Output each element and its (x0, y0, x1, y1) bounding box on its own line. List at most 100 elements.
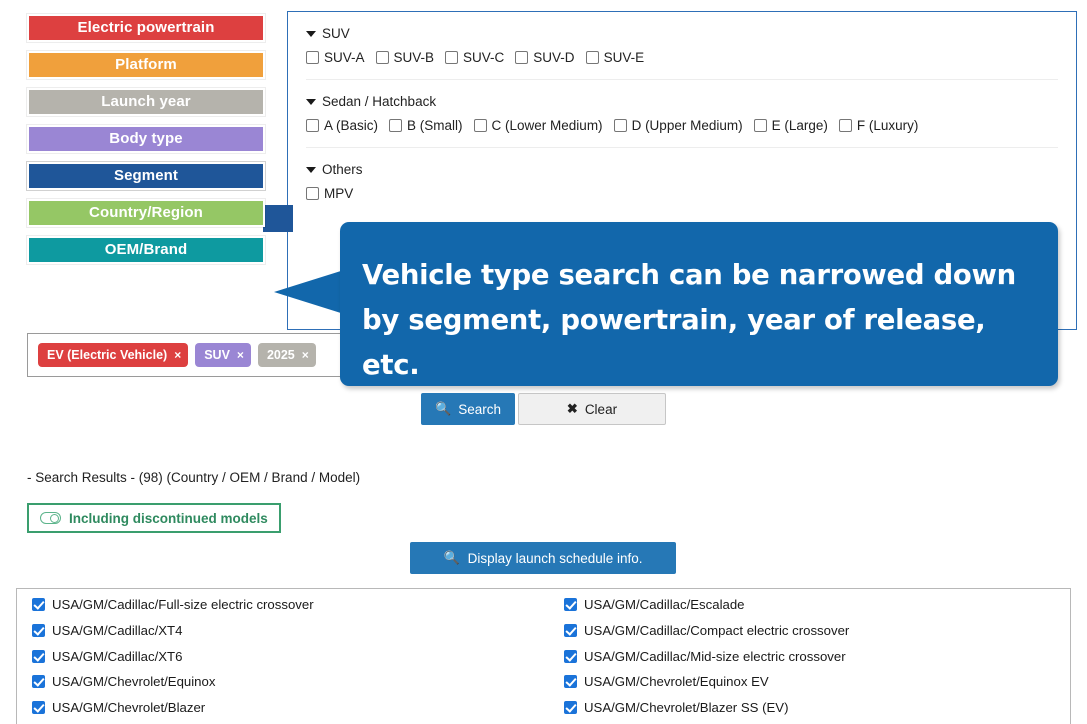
option-row: SUV-A SUV-B SUV-C SUV-D SUV-E (306, 50, 1058, 65)
search-icon: 🔍 (443, 550, 460, 565)
checkbox-checked-icon[interactable] (564, 675, 577, 689)
option-label: SUV-C (463, 50, 505, 65)
result-row-label: USA/GM/Cadillac/XT6 (52, 648, 183, 664)
checkbox-unchecked-icon[interactable] (613, 119, 627, 132)
results-right-column: USA/GM/Cadillac/Escalade USA/GM/Cadillac/… (549, 592, 1070, 724)
filter-chip-label: 2025 (266, 348, 295, 362)
result-row-label: USA/GM/Cadillac/Full-size electric cross… (52, 597, 314, 613)
option-checkbox-item[interactable]: SUV-A (306, 50, 365, 65)
result-row[interactable]: USA/GM/Chevrolet/Blazer SS (EV) (549, 695, 1070, 721)
filter-chip[interactable]: EV (Electric Vehicle) × (38, 343, 189, 367)
category-button-body-type[interactable]: Body type (27, 125, 265, 153)
option-checkbox-item[interactable]: SUV-D (515, 50, 575, 65)
option-group-header[interactable]: SUV (306, 26, 1058, 41)
result-row[interactable]: USA/GM/Chevrolet/Equinox (17, 669, 549, 695)
option-label: B (Small) (407, 118, 463, 133)
close-icon: ✖ (566, 401, 578, 416)
search-button[interactable]: 🔍 Search (421, 393, 515, 425)
category-button-country-region[interactable]: Country/Region (27, 199, 265, 227)
result-row[interactable]: USA/GM/Cadillac/Mid-size electric crosso… (549, 643, 1070, 669)
result-row[interactable]: USA/GM/Chevrolet/Blazer (17, 695, 549, 721)
option-label: C (Lower Medium) (491, 118, 603, 133)
result-row[interactable]: USA/GM/Cadillac/Escalade (549, 592, 1070, 618)
category-button-label: Country/Region (89, 204, 203, 221)
checkbox-checked-icon[interactable] (32, 675, 45, 689)
checkbox-checked-icon[interactable] (32, 598, 45, 612)
option-row: MPV (306, 186, 1058, 201)
display-launch-schedule-label: Display launch schedule info. (467, 550, 643, 566)
checkbox-unchecked-icon[interactable] (515, 51, 529, 64)
option-checkbox-item[interactable]: C (Lower Medium) (473, 118, 603, 133)
checkbox-checked-icon[interactable] (32, 624, 45, 638)
close-icon[interactable]: × (237, 348, 244, 362)
checkbox-unchecked-icon[interactable] (389, 119, 403, 132)
option-label: SUV-B (393, 50, 435, 65)
callout-line-1: Vehicle type search can be narrowed down (362, 259, 1016, 291)
chevron-down-icon (306, 30, 316, 37)
checkbox-unchecked-icon[interactable] (306, 119, 319, 132)
result-row-partial[interactable] (549, 720, 1070, 724)
option-group-suv: SUV SUV-A SUV-B SUV-C SUV-D SUV-E (288, 12, 1076, 65)
filter-chip-label: EV (Electric Vehicle) (47, 348, 168, 362)
including-discontinued-toggle[interactable]: Including discontinued models (27, 503, 281, 533)
display-launch-schedule-button[interactable]: 🔍 Display launch schedule info. (410, 542, 676, 574)
checkbox-checked-icon[interactable] (564, 598, 577, 612)
result-row[interactable]: USA/GM/Cadillac/XT4 (17, 618, 549, 644)
option-label: E (Large) (771, 118, 828, 133)
result-row-partial[interactable] (17, 720, 549, 724)
result-row-label: USA/GM/Cadillac/Compact electric crossov… (584, 623, 850, 639)
checkbox-checked-icon[interactable] (32, 649, 45, 663)
category-button-platform[interactable]: Platform (27, 51, 265, 79)
checkbox-unchecked-icon[interactable] (445, 51, 459, 64)
search-results-list: USA/GM/Cadillac/Full-size electric cross… (16, 588, 1071, 724)
option-label: D (Upper Medium) (631, 118, 743, 133)
close-icon[interactable]: × (174, 348, 181, 362)
result-row[interactable]: USA/GM/Cadillac/Compact electric crossov… (549, 618, 1070, 644)
category-button-oem-brand[interactable]: OEM/Brand (27, 236, 265, 264)
checkbox-unchecked-icon[interactable] (306, 187, 319, 200)
clear-button[interactable]: ✖ Clear (518, 393, 666, 425)
option-checkbox-item[interactable]: D (Upper Medium) (613, 118, 743, 133)
checkbox-unchecked-icon[interactable] (375, 51, 389, 64)
filter-chip[interactable]: 2025 × (257, 343, 316, 367)
option-group-header[interactable]: Sedan / Hatchback (306, 94, 1058, 109)
checkbox-checked-icon[interactable] (564, 649, 577, 663)
category-button-segment[interactable]: Segment (27, 162, 265, 190)
option-label: SUV-D (533, 50, 575, 65)
option-checkbox-item[interactable]: E (Large) (753, 118, 828, 133)
category-button-electric-powertrain[interactable]: Electric powertrain (27, 14, 265, 42)
result-row[interactable]: USA/GM/Cadillac/Full-size electric cross… (17, 592, 549, 618)
option-checkbox-item[interactable]: B (Small) (389, 118, 463, 133)
checkbox-checked-icon[interactable] (564, 701, 577, 715)
including-discontinued-label: Including discontinued models (69, 510, 268, 526)
close-icon[interactable]: × (302, 348, 309, 362)
option-group-title: Sedan / Hatchback (322, 94, 437, 109)
result-row-label: USA/GM/Chevrolet/Equinox (52, 674, 216, 690)
checkbox-checked-icon[interactable] (564, 624, 577, 638)
category-button-label: Launch year (101, 93, 191, 110)
option-checkbox-item[interactable]: SUV-B (375, 50, 435, 65)
option-group-header[interactable]: Others (306, 162, 1058, 177)
result-row-label: USA/GM/Cadillac/Escalade (584, 597, 745, 613)
checkbox-unchecked-icon[interactable] (753, 119, 767, 132)
result-row-label: USA/GM/Chevrolet/Blazer (52, 700, 206, 716)
option-group-title: Others (322, 162, 363, 177)
checkbox-unchecked-icon[interactable] (585, 51, 599, 64)
checkbox-unchecked-icon[interactable] (838, 119, 852, 132)
filter-chip[interactable]: SUV × (195, 343, 251, 367)
checkbox-unchecked-icon[interactable] (473, 119, 487, 132)
category-button-launch-year[interactable]: Launch year (27, 88, 265, 116)
result-row[interactable]: USA/GM/Cadillac/XT6 (17, 643, 549, 669)
action-button-row: 🔍 Search ✖ Clear (0, 393, 1087, 425)
option-checkbox-item[interactable]: SUV-E (585, 50, 644, 65)
search-results-heading: - Search Results - (98) (Country / OEM /… (27, 470, 361, 485)
search-page: Electric powertrain Platform Launch year Bo… (0, 0, 1087, 724)
checkbox-checked-icon[interactable] (32, 701, 45, 715)
option-checkbox-item[interactable]: A (Basic) (306, 118, 378, 133)
result-row[interactable]: USA/GM/Chevrolet/Equinox EV (549, 669, 1070, 695)
checkbox-unchecked-icon[interactable] (306, 51, 319, 64)
option-checkbox-item[interactable]: SUV-C (445, 50, 504, 65)
option-checkbox-item[interactable]: F (Luxury) (838, 118, 918, 133)
option-group-title: SUV (322, 26, 350, 41)
option-checkbox-item[interactable]: MPV (306, 186, 353, 201)
